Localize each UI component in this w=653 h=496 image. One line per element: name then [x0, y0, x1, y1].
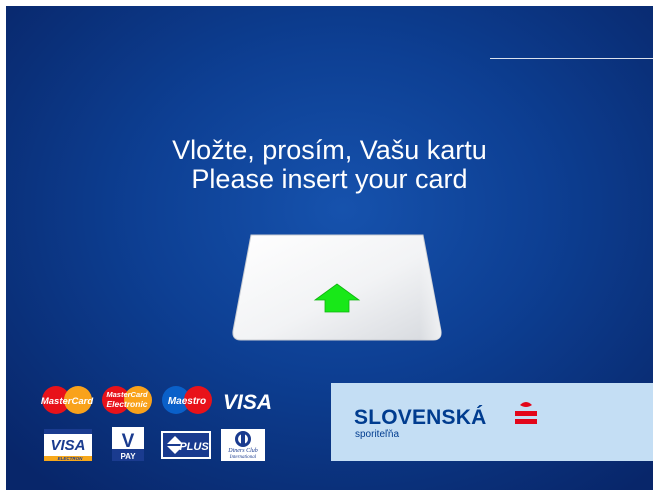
- visa-label: VISA: [223, 391, 272, 414]
- bank-logo-icon: [515, 402, 537, 424]
- visa-electron-logo: VISA ELECTRON: [44, 429, 92, 461]
- vpay-label: V: [122, 431, 135, 452]
- visa-electron-sub: ELECTRON: [58, 456, 84, 461]
- maestro-logo: Maestro: [162, 386, 212, 414]
- mastercard-logo: MasterCard: [41, 386, 93, 414]
- card-slot-graphic: [232, 234, 442, 341]
- card-illustration: [229, 230, 445, 346]
- visa-logo: VISA: [223, 391, 272, 414]
- plus-logo: PLUS: [161, 431, 211, 459]
- decorative-line: [490, 58, 653, 59]
- diners-label-2: International: [229, 455, 257, 460]
- mc-electronic-label-2: Electronic: [106, 399, 147, 409]
- insert-card-title-en: Please insert your card: [191, 164, 468, 194]
- payment-logos: MasterCard MasterCard Electronic Maestro…: [40, 381, 280, 466]
- visa-electron-label: VISA: [50, 437, 85, 454]
- atm-screen: Vložte, prosím, Vašu kartu Please insert…: [6, 6, 653, 490]
- mastercard-electronic-logo: MasterCard Electronic: [102, 386, 152, 414]
- diners-club-logo: Diners Club International: [221, 429, 265, 461]
- diners-label-1: Diners Club: [227, 448, 258, 454]
- bank-name: SLOVENSKÁ: [354, 406, 487, 429]
- vpay-sub: PAY: [120, 452, 136, 461]
- plus-label: PLUS: [179, 441, 209, 453]
- vpay-logo: V PAY: [112, 427, 144, 461]
- bank-subname: sporiteľňa: [355, 429, 400, 440]
- bank-brand-panel: SLOVENSKÁ sporiteľňa: [331, 383, 653, 461]
- insert-card-title-sk: Vložte, prosím, Vašu kartu: [172, 135, 487, 165]
- mc-electronic-label-1: MasterCard: [106, 390, 148, 399]
- maestro-label: Maestro: [168, 396, 206, 407]
- mastercard-label: MasterCard: [41, 396, 93, 407]
